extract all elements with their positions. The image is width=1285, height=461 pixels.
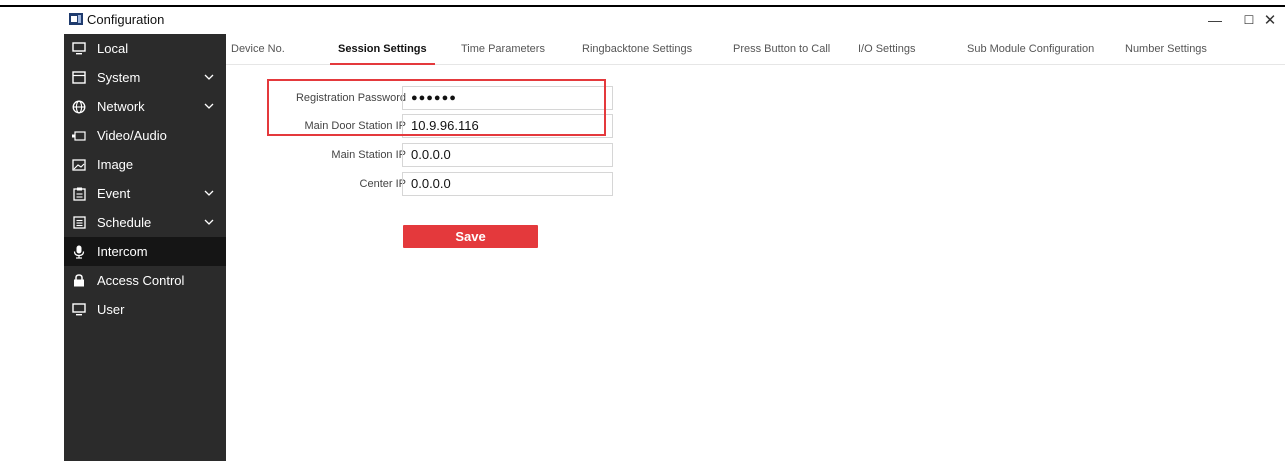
sidebar: Local System Network Video/Audio Image E… [64,34,226,461]
sidebar-item-label: Intercom [97,244,148,259]
sidebar-item-system[interactable]: System [64,63,226,92]
sidebar-item-label: Video/Audio [97,128,167,143]
minimize-button[interactable]: — [1200,8,1230,32]
tab-sub-module-configuration[interactable]: Sub Module Configuration [967,34,1094,64]
sidebar-item-label: Image [97,157,134,172]
sidebar-item-schedule[interactable]: Schedule [64,208,226,237]
tab-ringbacktone-settings[interactable]: Ringbacktone Settings [582,34,692,64]
sidebar-item-network[interactable]: Network [64,92,226,121]
sidebar-item-label: Local [97,41,129,56]
highlight-box [267,79,606,136]
event-icon [72,187,86,201]
tab-press-button-to-call[interactable]: Press Button to Call [733,34,830,64]
title-bar: Configuration — ☐ ✕ [64,8,1285,32]
tab-session-settings[interactable]: Session Settings [330,34,435,65]
sidebar-item-image[interactable]: Image [64,150,226,179]
chevron-down-icon [204,190,214,196]
schedule-icon [72,216,86,230]
tab-time-parameters[interactable]: Time Parameters [461,34,545,64]
top-border [0,5,1285,7]
sidebar-item-access-control[interactable]: Access Control [64,266,226,295]
monitor-icon [72,42,86,56]
sidebar-item-label: Network [97,99,145,114]
sidebar-item-intercom[interactable]: Intercom [64,237,226,266]
tab-io-settings[interactable]: I/O Settings [858,34,915,64]
sidebar-item-label: User [97,302,125,317]
app-icon [69,13,83,25]
sidebar-item-label: Event [97,186,131,201]
sidebar-item-event[interactable]: Event [64,179,226,208]
sidebar-item-label: Schedule [97,215,152,230]
center-ip-label: Center IP [359,178,406,190]
center-ip-row: Center IP 0.0.0.0 [226,172,626,196]
tab-label: Session Settings [338,43,427,55]
sidebar-item-video-audio[interactable]: Video/Audio [64,121,226,150]
main-station-ip-label: Main Station IP [331,149,406,161]
chevron-down-icon [204,103,214,109]
main-station-ip-row: Main Station IP 0.0.0.0 [226,143,626,167]
system-icon [72,71,86,85]
center-ip-input[interactable]: 0.0.0.0 [402,172,613,196]
tab-device-no[interactable]: Device No. [231,34,285,64]
chevron-down-icon [204,74,214,80]
lock-icon [72,274,86,288]
video-icon [72,129,86,143]
image-icon [72,158,86,172]
chevron-down-icon [204,219,214,225]
user-icon [72,303,86,317]
tab-number-settings[interactable]: Number Settings [1125,34,1207,64]
active-tab-indicator [330,63,435,65]
sidebar-item-label: System [97,70,141,85]
window-title: Configuration [87,12,165,27]
sidebar-item-label: Access Control [97,273,185,288]
sidebar-item-user[interactable]: User [64,295,226,324]
main-station-ip-input[interactable]: 0.0.0.0 [402,143,613,167]
tab-bar: Device No. Session Settings Time Paramet… [226,34,1285,65]
sidebar-item-local[interactable]: Local [64,34,226,63]
close-button[interactable]: ✕ [1255,8,1285,32]
save-button[interactable]: Save [403,225,538,248]
globe-icon [72,100,86,114]
intercom-icon [72,245,86,259]
